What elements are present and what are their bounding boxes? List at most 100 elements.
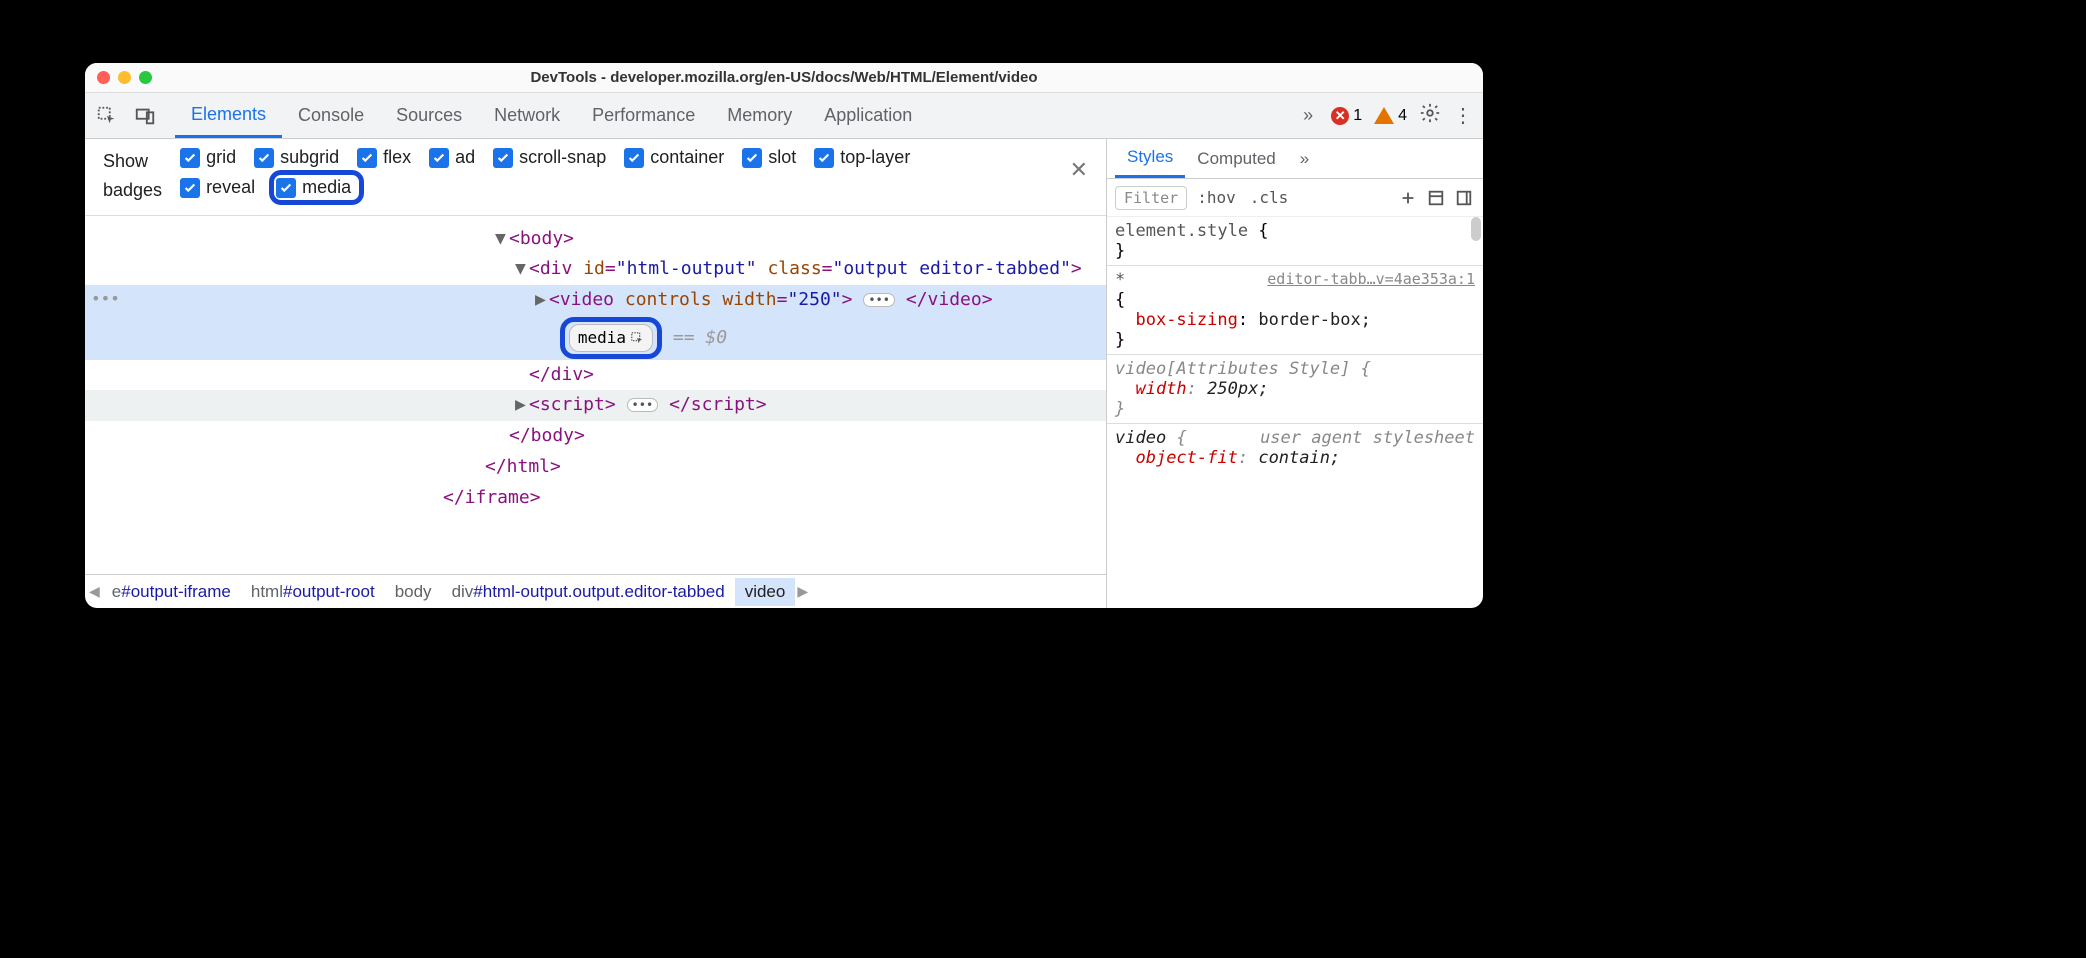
breadcrumb-item[interactable]: html#output-root xyxy=(241,578,385,606)
dom-node-body-close[interactable]: </body> xyxy=(85,421,1106,452)
style-rule[interactable]: video[Attributes Style] { width: 250px; … xyxy=(1115,359,1475,419)
settings-icon[interactable] xyxy=(1419,102,1441,130)
tab-elements[interactable]: Elements xyxy=(175,93,282,138)
tab-performance[interactable]: Performance xyxy=(576,93,711,138)
maximize-window-button[interactable] xyxy=(139,71,152,84)
tab-styles[interactable]: Styles xyxy=(1115,139,1185,178)
badge-slot-checkbox[interactable]: slot xyxy=(742,147,796,168)
tab-network[interactable]: Network xyxy=(478,93,576,138)
new-style-rule-icon[interactable] xyxy=(1397,187,1419,209)
devtools-window: DevTools - developer.mozilla.org/en-US/d… xyxy=(85,63,1483,608)
checkbox-icon xyxy=(742,148,762,168)
inspect-element-icon[interactable] xyxy=(95,104,119,128)
checkbox-icon xyxy=(429,148,449,168)
dom-tag: <script> xyxy=(529,394,616,415)
dom-attr: class xyxy=(767,258,821,279)
dom-node-iframe-close[interactable]: </iframe> xyxy=(85,483,1106,514)
style-rule[interactable]: video user agent stylesheet { object-fit… xyxy=(1115,428,1475,468)
sidebar-toggle-icon[interactable] xyxy=(1453,187,1475,209)
dom-tag: </body> xyxy=(509,425,585,446)
style-rule[interactable]: * editor-tabb…v=4ae353a:1 { box-sizing: … xyxy=(1115,270,1475,350)
rule-property: object-fit xyxy=(1135,448,1237,468)
error-count[interactable]: ✕ 1 xyxy=(1331,107,1362,125)
badge-grid-checkbox[interactable]: grid xyxy=(180,147,236,168)
badge-top-layer-checkbox[interactable]: top-layer xyxy=(814,147,910,168)
rule-source-link[interactable]: editor-tabb…v=4ae353a:1 xyxy=(1267,270,1475,288)
badge-item-label: subgrid xyxy=(280,147,339,168)
cls-toggle[interactable]: .cls xyxy=(1246,188,1293,207)
badge-scroll-snap-checkbox[interactable]: scroll-snap xyxy=(493,147,606,168)
badge-container-checkbox[interactable]: container xyxy=(624,147,724,168)
rule-brace: { xyxy=(1115,290,1125,310)
badge-settings-bar: Show badges grid subgrid flex ad scroll-… xyxy=(85,139,1106,216)
badge-reveal-checkbox[interactable]: reveal xyxy=(180,174,255,201)
styles-tabs-overflow[interactable]: » xyxy=(1288,139,1321,178)
breadcrumb-scroll-right[interactable]: ▶ xyxy=(795,583,810,600)
tabs-overflow[interactable]: » xyxy=(1297,105,1319,126)
hov-toggle[interactable]: :hov xyxy=(1193,188,1240,207)
gutter-dots-icon[interactable]: ••• xyxy=(91,286,120,312)
breadcrumb-item[interactable]: div#html-output.output.editor-tabbed xyxy=(442,578,735,606)
device-toolbar-icon[interactable] xyxy=(133,104,157,128)
tab-sources[interactable]: Sources xyxy=(380,93,478,138)
badge-item-label: grid xyxy=(206,147,236,168)
badge-subgrid-checkbox[interactable]: subgrid xyxy=(254,147,339,168)
dom-node-body[interactable]: ▼<body> xyxy=(85,224,1106,255)
media-badge-label: media xyxy=(578,325,626,351)
ellipsis-icon[interactable]: ••• xyxy=(627,398,659,412)
close-window-button[interactable] xyxy=(97,71,110,84)
tab-memory[interactable]: Memory xyxy=(711,93,808,138)
dom-node-video-selected[interactable]: ••• ▶<video controls width="250"> ••• </… xyxy=(85,285,1106,316)
minimize-window-button[interactable] xyxy=(118,71,131,84)
traffic-lights xyxy=(97,71,152,84)
rule-selector: * xyxy=(1115,270,1125,290)
checkbox-icon xyxy=(493,148,513,168)
rule-value: contain; xyxy=(1258,448,1340,468)
tab-application[interactable]: Application xyxy=(808,93,928,138)
rule-brace: { xyxy=(1248,221,1268,241)
rule-value[interactable]: border-box; xyxy=(1258,310,1371,330)
breadcrumb-item[interactable]: body xyxy=(385,578,442,606)
badge-media-checkbox[interactable]: media xyxy=(276,177,351,198)
badge-label-line2: badges xyxy=(103,176,162,205)
badge-item-label: container xyxy=(650,147,724,168)
checkbox-icon xyxy=(180,148,200,168)
more-menu-icon[interactable]: ⋮ xyxy=(1453,103,1473,128)
warning-count[interactable]: 4 xyxy=(1374,107,1407,125)
dom-node-div[interactable]: ▼<div id="html-output" class="output edi… xyxy=(85,254,1106,285)
styles-rules[interactable]: element.style { } * editor-tabb…v=4ae353… xyxy=(1107,217,1483,608)
checkbox-icon xyxy=(357,148,377,168)
badge-flex-checkbox[interactable]: flex xyxy=(357,147,411,168)
styles-toolbar: Filter :hov .cls xyxy=(1107,179,1483,217)
dom-node-video-badge-line[interactable]: media == $0 xyxy=(85,316,1106,360)
rule-brace: { xyxy=(1176,428,1186,448)
dom-node-div-close[interactable]: </div> xyxy=(85,360,1106,391)
tab-computed[interactable]: Computed xyxy=(1185,139,1287,178)
breadcrumb-item-active[interactable]: video xyxy=(735,578,796,606)
badge-ad-checkbox[interactable]: ad xyxy=(429,147,475,168)
dom-tree[interactable]: ▼<body> ▼<div id="html-output" class="ou… xyxy=(85,216,1106,574)
tab-console[interactable]: Console xyxy=(282,93,380,138)
badge-bar-close-icon[interactable]: ✕ xyxy=(1070,157,1088,183)
media-badge[interactable]: media xyxy=(569,324,653,352)
dom-attr: id xyxy=(583,258,605,279)
ellipsis-icon[interactable]: ••• xyxy=(863,293,895,307)
rule-value: 250px; xyxy=(1207,379,1268,399)
main-tabs: Elements Console Sources Network Perform… xyxy=(175,93,928,138)
dom-attr-val: "250" xyxy=(787,289,841,310)
dom-tag: > xyxy=(1071,258,1082,279)
breadcrumb-item[interactable]: e#output-iframe xyxy=(102,578,241,606)
rule-property[interactable]: box-sizing xyxy=(1135,310,1237,330)
style-rule[interactable]: element.style { } xyxy=(1115,221,1475,261)
dom-node-html-close[interactable]: </html> xyxy=(85,452,1106,483)
rule-divider xyxy=(1107,354,1483,355)
dom-node-script[interactable]: ▶<script> ••• </script> xyxy=(85,390,1106,421)
breadcrumb-scroll-left[interactable]: ◀ xyxy=(87,583,102,600)
badge-grid: grid subgrid flex ad scroll-snap contain… xyxy=(180,147,980,201)
checkbox-icon xyxy=(276,178,296,198)
styles-filter-input[interactable]: Filter xyxy=(1115,186,1187,210)
computed-styles-icon[interactable] xyxy=(1425,187,1447,209)
checkbox-icon xyxy=(624,148,644,168)
rule-selector: element.style xyxy=(1115,221,1248,241)
scrollbar-thumb[interactable] xyxy=(1471,217,1481,241)
